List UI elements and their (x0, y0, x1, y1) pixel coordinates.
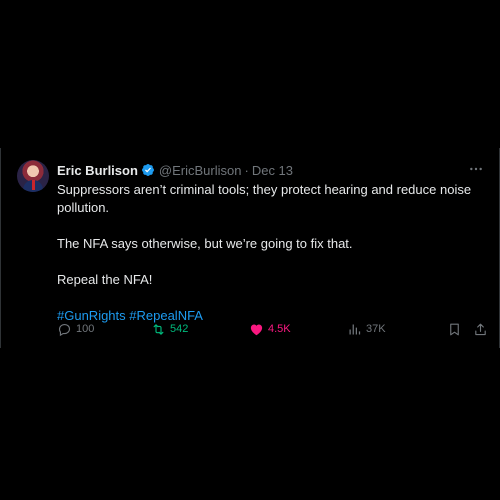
author-handle[interactable]: @EricBurlison (159, 163, 242, 178)
tweet-actions: 100 542 4.5K 37K (57, 320, 487, 340)
bookmark-button[interactable] (447, 320, 466, 338)
repost-button[interactable]: 542 (151, 320, 188, 338)
page: Eric Burlison @EricBurlison · Dec 13 Sup… (0, 0, 500, 500)
avatar[interactable] (17, 160, 49, 192)
views-count: 37K (366, 323, 386, 335)
tweet-text-paragraph-1: Suppressors aren’t criminal tools; they … (57, 182, 472, 215)
verified-badge-icon (141, 163, 155, 177)
tweet-card[interactable]: Eric Burlison @EricBurlison · Dec 13 Sup… (0, 148, 500, 348)
tweet-text-paragraph-3: Repeal the NFA! (57, 272, 153, 287)
author-name[interactable]: Eric Burlison (57, 163, 138, 178)
share-button[interactable] (473, 320, 492, 338)
views-button[interactable]: 37K (347, 320, 386, 338)
repost-icon (153, 323, 164, 335)
tweet-header: Eric Burlison @EricBurlison · Dec 13 (57, 161, 293, 179)
heart-icon (250, 324, 263, 335)
tweet-text-paragraph-2: The NFA says otherwise, but we’re going … (57, 236, 353, 251)
reply-icon (58, 323, 71, 336)
repost-count: 542 (170, 323, 189, 335)
bookmark-icon (450, 323, 459, 335)
reply-button[interactable]: 100 (57, 320, 94, 338)
more-icon[interactable] (467, 160, 485, 178)
avatar-tie (32, 180, 35, 190)
tweet-date[interactable]: Dec 13 (252, 163, 293, 178)
like-button[interactable]: 4.5K (249, 320, 291, 338)
like-count: 4.5K (268, 323, 291, 335)
share-icon (475, 323, 486, 335)
views-icon (349, 324, 361, 334)
reply-count: 100 (76, 323, 95, 335)
tweet-body: Suppressors aren’t criminal tools; they … (57, 181, 477, 325)
header-separator: · (244, 162, 249, 178)
